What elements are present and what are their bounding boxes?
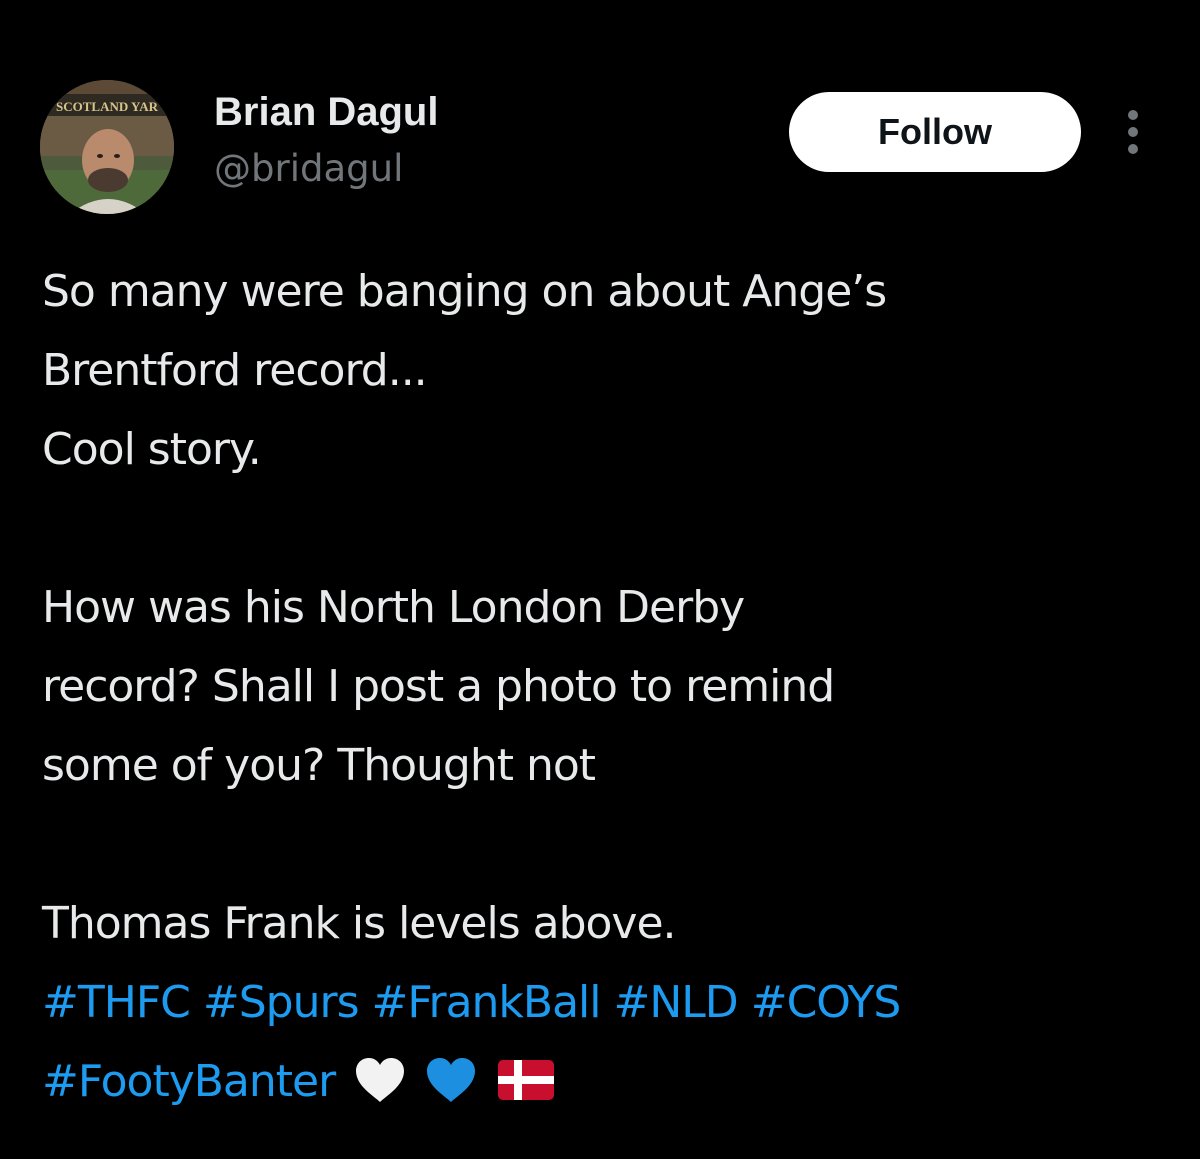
blue-heart-emoji — [425, 1050, 477, 1129]
tweet-line: some of you? Thought not — [42, 740, 596, 791]
hashtag-link[interactable]: #Spurs — [203, 977, 360, 1028]
avatar-sign-text: SCOTLAND YAR — [56, 99, 159, 114]
more-vertical-icon[interactable] — [1118, 106, 1148, 158]
tweet-line: Cool story. — [42, 424, 262, 475]
tweet-line: Brentford record... — [42, 345, 428, 396]
follow-button[interactable]: Follow — [789, 92, 1081, 172]
tweet-line: How was his North London Derby — [42, 582, 745, 633]
hashtag-link[interactable]: #FootyBanter — [42, 1056, 336, 1107]
denmark-flag-emoji — [496, 1050, 556, 1129]
author-display-name[interactable]: Brian Dagul — [214, 88, 438, 136]
hashtag-link[interactable]: #THFC — [42, 977, 191, 1028]
hashtags-line: #FootyBanter — [42, 1042, 1182, 1121]
avatar[interactable]: SCOTLAND YAR — [40, 80, 174, 214]
hashtag-link[interactable]: #COYS — [751, 977, 902, 1028]
avatar-photo: SCOTLAND YAR — [40, 80, 174, 214]
hashtag-link[interactable]: #FrankBall — [372, 977, 602, 1028]
hashtag-link[interactable]: #NLD — [614, 977, 739, 1028]
white-heart-emoji — [354, 1050, 406, 1129]
tweet-line: Thomas Frank is levels above. — [42, 898, 677, 949]
tweet-text: So many were banging on about Ange’s Bre… — [42, 252, 1182, 1121]
author-handle[interactable]: @bridagul — [214, 146, 403, 192]
tweet-line: record? Shall I post a photo to remind — [42, 661, 835, 712]
hashtags-line: #THFC #Spurs #FrankBall #NLD #COYS — [42, 963, 1182, 1042]
tweet-line: So many were banging on about Ange’s — [42, 266, 887, 317]
